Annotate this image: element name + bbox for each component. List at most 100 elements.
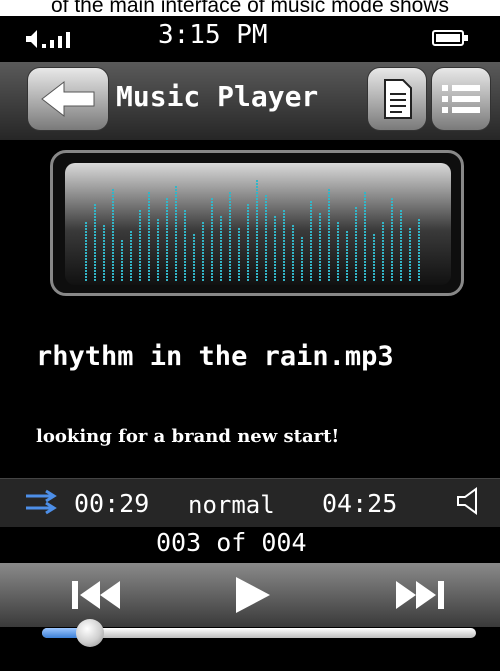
spectrum-dot (301, 243, 303, 245)
spectrum-dot (139, 216, 141, 218)
spectrum-dot (220, 252, 222, 254)
spectrum-dot (283, 213, 285, 215)
volume-icon[interactable] (454, 487, 486, 515)
spectrum-dot (112, 234, 114, 236)
spectrum-dot (247, 279, 249, 281)
spectrum-dot (328, 219, 330, 221)
spectrum-dot (130, 273, 132, 275)
spectrum-dot (148, 222, 150, 224)
spectrum-dot (175, 276, 177, 278)
spectrum-dot (193, 270, 195, 272)
spectrum-dot (265, 225, 267, 227)
spectrum-dot (409, 228, 411, 230)
spectrum-dot (265, 264, 267, 266)
spectrum-dot (130, 231, 132, 233)
spectrum-dot (121, 258, 123, 260)
spectrum-dot (256, 273, 258, 275)
spectrum-dot (265, 207, 267, 209)
spectrum-dot (112, 219, 114, 221)
spectrum-dot (364, 267, 366, 269)
spectrum-dot (328, 213, 330, 215)
spectrum-dot (130, 279, 132, 281)
spectrum-dot (94, 228, 96, 230)
playlist-button[interactable] (432, 68, 490, 130)
spectrum-dot (409, 264, 411, 266)
spectrum-dot (373, 255, 375, 257)
spectrum-dot (355, 234, 357, 236)
spectrum-dot (265, 249, 267, 251)
spectrum-dot (310, 231, 312, 233)
previous-icon[interactable] (70, 571, 124, 619)
spectrum-dot (193, 237, 195, 239)
spectrum-dot (391, 240, 393, 242)
spectrum-dot (130, 249, 132, 251)
spectrum-dot (319, 213, 321, 215)
spectrum-dot (391, 243, 393, 245)
spectrum-dot (157, 258, 159, 260)
spectrum-dot (94, 234, 96, 236)
spectrum-dot (184, 267, 186, 269)
spectrum-dot (355, 261, 357, 263)
spectrum-dot (103, 279, 105, 281)
spectrum-dot (364, 255, 366, 257)
spectrum-dot (211, 258, 213, 260)
spectrum-dot (391, 228, 393, 230)
spectrum-dot (391, 204, 393, 206)
progress-knob[interactable] (75, 619, 104, 647)
spectrum-dot (391, 258, 393, 260)
spectrum-dot (256, 264, 258, 266)
spectrum-dot (130, 255, 132, 257)
spectrum-dot (409, 246, 411, 248)
spectrum-dot (112, 225, 114, 227)
spectrum-dot (130, 264, 132, 266)
spectrum-dot (382, 222, 384, 224)
spectrum-dot (310, 276, 312, 278)
spectrum-dot (256, 234, 258, 236)
spectrum-dot (310, 219, 312, 221)
lyrics-button[interactable] (368, 68, 426, 130)
spectrum-dot (166, 234, 168, 236)
progress-slider[interactable] (42, 619, 476, 647)
spectrum-dot (94, 267, 96, 269)
spectrum-dot (382, 243, 384, 245)
spectrum-dot (112, 207, 114, 209)
spectrum-dot (319, 216, 321, 218)
spectrum-dot (310, 204, 312, 206)
spectrum-dot (256, 213, 258, 215)
spectrum-dot (382, 267, 384, 269)
progress-track[interactable] (42, 628, 476, 638)
spectrum-dot (184, 219, 186, 221)
spectrum-dot (382, 234, 384, 236)
spectrum-dot (400, 255, 402, 257)
spectrum-dot (175, 270, 177, 272)
spectrum-dot (247, 273, 249, 275)
spectrum-dot (103, 270, 105, 272)
spectrum-dot (184, 264, 186, 266)
spectrum-dot (247, 231, 249, 233)
play-icon[interactable] (230, 571, 274, 619)
spectrum-dot (202, 249, 204, 251)
spectrum-dot (238, 270, 240, 272)
spectrum-dot (211, 279, 213, 281)
shuffle-icon[interactable] (24, 489, 60, 515)
spectrum-dot (157, 225, 159, 227)
back-button[interactable] (28, 68, 108, 130)
next-icon[interactable] (392, 571, 446, 619)
spectrum-dot (238, 264, 240, 266)
spectrum-dot (355, 264, 357, 266)
spectrum-dot (292, 243, 294, 245)
spectrum-dot (346, 264, 348, 266)
spectrum-dot (337, 267, 339, 269)
spectrum-dot (247, 255, 249, 257)
spectrum-dot (391, 267, 393, 269)
spectrum-dot (193, 261, 195, 263)
spectrum-dot (256, 252, 258, 254)
spectrum-dot (157, 240, 159, 242)
spectrum-dot (418, 249, 420, 251)
spectrum-dot (85, 270, 87, 272)
spectrum-dot (229, 213, 231, 215)
play-mode[interactable]: normal (188, 491, 275, 519)
spectrum-dot (229, 228, 231, 230)
spectrum-dot (157, 279, 159, 281)
spectrum-dot (319, 252, 321, 254)
